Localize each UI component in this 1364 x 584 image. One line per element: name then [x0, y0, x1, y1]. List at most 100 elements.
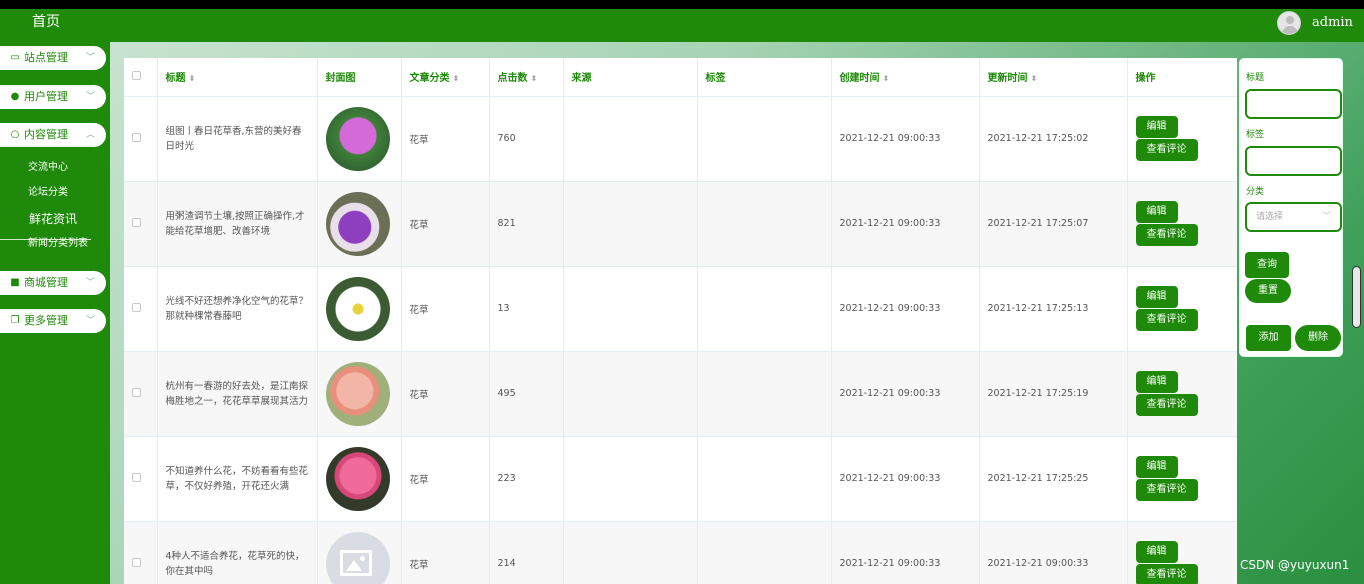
home-link[interactable]: 首页 — [0, 11, 92, 33]
row-checkbox-cell — [124, 436, 158, 522]
os-top-bar — [0, 0, 1364, 14]
header-clicks[interactable]: 点击数 ⬍ — [489, 58, 564, 97]
monitor-icon: ▭ — [10, 52, 20, 63]
cell-tags — [697, 351, 832, 437]
cell-title: 用粥渣调节土壤,按照正确操作,才能给花草增肥、改善环境 — [157, 181, 318, 267]
cell-tags — [697, 521, 832, 584]
header-created[interactable]: 创建时间 ⬍ — [831, 58, 980, 97]
cell-clicks: 821 — [489, 181, 564, 267]
edit-button[interactable]: 编辑 — [1135, 116, 1178, 138]
cover-image[interactable] — [325, 276, 390, 341]
header-label: 点击数 — [497, 73, 528, 85]
header-label: 标签 — [705, 73, 726, 85]
menu-mall-management[interactable]: ■ 商城管理 ﹀ — [0, 271, 106, 295]
row-checkbox[interactable] — [132, 557, 141, 567]
view-comments-button[interactable]: 查看评论 — [1135, 479, 1198, 501]
view-comments-button[interactable]: 查看评论 — [1135, 564, 1198, 584]
cell-created: 2021-12-21 09:00:33 — [831, 266, 980, 352]
tag-filter-input[interactable] — [1245, 146, 1342, 176]
table-row: 4种人不适合养花，花草死的快，你在其中吗 花草 214 2021-12-21 0… — [124, 521, 1237, 584]
cell-tags — [697, 436, 832, 522]
add-button[interactable]: 添加 — [1246, 325, 1291, 351]
cell-title: 不知道养什么花，不妨看看有些花草，不仅好养殖，开花还火满 — [157, 436, 318, 522]
cell-updated: 2021-12-21 09:00:33 — [979, 521, 1128, 584]
menu-site-management[interactable]: ▭ 站点管理 ﹀ — [0, 46, 106, 70]
edit-button[interactable]: 编辑 — [1135, 286, 1178, 308]
delete-button[interactable]: 删除 — [1295, 325, 1341, 351]
sub-item-news-category-list[interactable]: 新闻分类列表 — [28, 236, 88, 252]
sub-item-exchange-center[interactable]: 交流中心 — [28, 160, 68, 176]
cell-cover — [317, 181, 402, 267]
scrollbar-thumb[interactable] — [1352, 266, 1361, 328]
cover-image-placeholder[interactable] — [325, 531, 390, 584]
row-checkbox-cell — [124, 351, 158, 437]
row-checkbox[interactable] — [132, 217, 141, 227]
row-checkbox[interactable] — [132, 132, 141, 142]
title-filter-label: 标题 — [1246, 73, 1265, 83]
header-tags: 标签 — [697, 58, 832, 97]
chevron-up-icon: ︿ — [85, 130, 95, 140]
category-filter-select[interactable]: 请选择 ﹀ — [1245, 202, 1342, 232]
view-comments-button[interactable]: 查看评论 — [1135, 394, 1198, 416]
cell-title: 杭州有一春游的好去处，是江南探梅胜地之一，花花草草展现其活力 — [157, 351, 318, 437]
edit-button[interactable]: 编辑 — [1135, 541, 1178, 563]
chevron-down-icon: ﹀ — [85, 53, 95, 63]
menu-content-management[interactable]: ○ 内容管理 ︿ — [0, 123, 106, 147]
edit-button[interactable]: 编辑 — [1135, 201, 1178, 223]
sort-icon: ⬍ — [452, 74, 460, 84]
cell-source — [563, 436, 698, 522]
menu-label: 商城管理 — [24, 276, 68, 289]
cover-image[interactable] — [325, 446, 390, 511]
row-checkbox[interactable] — [132, 302, 141, 312]
header-updated[interactable]: 更新时间 ⬍ — [979, 58, 1128, 97]
header-cover: 封面图 — [317, 58, 402, 97]
cover-image[interactable] — [325, 361, 390, 426]
title-filter-input[interactable] — [1245, 89, 1342, 119]
cell-category: 花草 — [401, 266, 490, 352]
row-checkbox[interactable] — [132, 387, 141, 397]
cell-category: 花草 — [401, 521, 490, 584]
header-label: 更新时间 — [987, 73, 1028, 85]
header-label: 操作 — [1135, 73, 1156, 85]
cover-image[interactable] — [325, 106, 390, 171]
avatar-head — [1286, 16, 1294, 24]
sort-icon: ⬍ — [882, 74, 890, 84]
row-checkbox[interactable] — [132, 472, 141, 482]
reset-button[interactable]: 重置 — [1245, 279, 1291, 303]
cell-cover — [317, 351, 402, 437]
menu-label: 更多管理 — [24, 314, 68, 327]
cell-actions: 编辑 查看评论 — [1127, 521, 1237, 584]
sub-item-flower-news[interactable]: 鲜花资讯 — [29, 211, 77, 227]
view-comments-button[interactable]: 查看评论 — [1135, 309, 1198, 331]
view-comments-button[interactable]: 查看评论 — [1135, 139, 1198, 161]
chevron-down-icon: ﹀ — [1321, 212, 1331, 222]
avatar[interactable] — [1277, 11, 1301, 35]
header-source: 来源 — [563, 58, 698, 97]
username[interactable]: admin — [1312, 15, 1353, 30]
cell-source — [563, 266, 698, 352]
cell-source — [563, 521, 698, 584]
query-button[interactable]: 查询 — [1245, 252, 1289, 278]
header-title[interactable]: 标题 ⬍ — [157, 58, 318, 97]
table-row: 光线不好还想养净化空气的花草？那就种棵常春藤吧 花草 13 2021-12-21… — [124, 266, 1237, 352]
header-label: 标题 — [165, 73, 186, 85]
select-all-checkbox[interactable] — [132, 70, 141, 80]
cell-updated: 2021-12-21 17:25:02 — [979, 96, 1128, 182]
header-label: 封面图 — [325, 73, 356, 85]
cover-image[interactable] — [325, 191, 390, 256]
view-comments-button[interactable]: 查看评论 — [1135, 224, 1198, 246]
row-checkbox-cell — [124, 181, 158, 267]
cell-actions: 编辑 查看评论 — [1127, 181, 1237, 267]
header-category[interactable]: 文章分类 ⬍ — [401, 58, 490, 97]
cell-clicks: 223 — [489, 436, 564, 522]
menu-user-management[interactable]: ● 用户管理 ﹀ — [0, 85, 106, 109]
chat-icon: ○ — [10, 129, 20, 140]
table-row: 杭州有一春游的好去处，是江南探梅胜地之一，花花草草展现其活力 花草 495 20… — [124, 351, 1237, 437]
edit-button[interactable]: 编辑 — [1135, 456, 1178, 478]
sub-item-forum-category[interactable]: 论坛分类 — [28, 185, 68, 201]
cell-tags — [697, 266, 832, 352]
menu-more-management[interactable]: ❐ 更多管理 ﹀ — [0, 309, 106, 333]
edit-button[interactable]: 编辑 — [1135, 371, 1178, 393]
category-placeholder: 请选择 — [1256, 212, 1284, 222]
cell-source — [563, 351, 698, 437]
